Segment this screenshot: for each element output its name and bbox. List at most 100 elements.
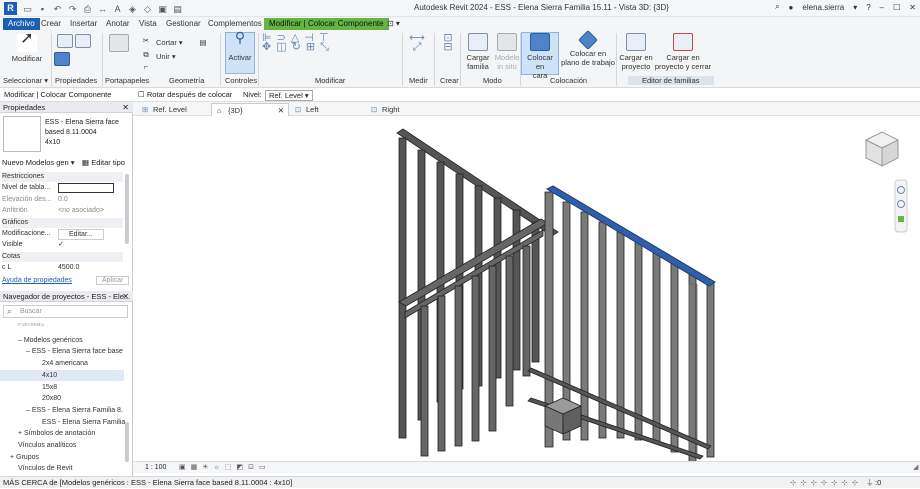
browser-tree-item[interactable]: – ESS - Elena Sierra face base (0, 346, 124, 358)
rotate-after-place-checkbox[interactable]: ☐ Rotar después de colocar (138, 90, 232, 99)
property-row[interactable]: c L 4500.0 (2, 263, 123, 273)
browser-tree-item[interactable]: – ESS - Elena Sierra Familia 8. (0, 405, 124, 417)
minimize-icon[interactable]: – (880, 3, 884, 12)
measure-icon[interactable]: ↔ (97, 4, 108, 14)
property-category[interactable]: Restricciones (2, 172, 123, 182)
cargar-familia-button[interactable]: Cargar familia (463, 33, 493, 71)
modelo-in-situ-button[interactable]: Modelo in situ (494, 33, 520, 71)
modificar-button[interactable]: ➚ Modificar (6, 31, 48, 64)
filter-icon[interactable]: ⏚ (866, 477, 874, 489)
properties-buttons[interactable] (54, 34, 94, 68)
property-row[interactable]: Visible ✓ (2, 240, 123, 250)
browser-tree-item[interactable]: 15x8 (0, 382, 124, 394)
measure-tool[interactable]: ⟷ ⤢ (404, 33, 430, 53)
tab-vista[interactable]: Vista (136, 18, 160, 30)
property-row[interactable]: Nivel de tabla... (2, 183, 123, 194)
create-tool[interactable]: ⊡ ⊟ (438, 33, 458, 53)
view-tab-right[interactable]: Right ⊡ (366, 103, 442, 116)
apply-button[interactable]: Aplicar (96, 276, 130, 285)
property-row[interactable]: Elevación des... 0.0 (2, 195, 123, 205)
close-views-icon[interactable]: ▣ (157, 4, 168, 14)
copy-element-icon[interactable]: ◫ (276, 41, 291, 53)
save-icon[interactable]: ▪ (37, 4, 48, 14)
match-icon[interactable]: ⌐ (136, 62, 156, 71)
help-icon[interactable]: ? (866, 3, 870, 12)
tab-gestionar[interactable]: Gestionar (163, 18, 204, 30)
cargar-en-proyecto-button[interactable]: Cargar en proyecto (618, 33, 654, 71)
cut-clipboard-icon[interactable]: ✂ (136, 36, 156, 45)
scale-selector[interactable]: 1 : 100 (145, 462, 166, 474)
text-icon[interactable]: A (112, 4, 123, 14)
property-value[interactable]: ✓ (58, 240, 64, 250)
close-icon[interactable]: ✕ (909, 3, 916, 12)
tab-options-icon[interactable]: ⊡ ▾ (384, 18, 403, 30)
close-icon[interactable]: ✕ (122, 102, 129, 113)
rotate-icon[interactable]: ↻ (292, 41, 306, 53)
property-value[interactable]: <no asociado> (58, 206, 104, 216)
browser-tree-item[interactable]: Vínculos de Revit (0, 463, 124, 475)
tab-archivo[interactable]: Archivo (3, 18, 40, 30)
search-icon[interactable]: ⌕ (775, 2, 779, 12)
array-icon[interactable]: ⊞ (306, 41, 320, 53)
property-row[interactable]: Modificacione... Editar... (2, 229, 123, 240)
cart-icon[interactable]: ▾ (853, 3, 857, 12)
tab-crear[interactable]: Crear (38, 18, 64, 30)
scale-icon[interactable]: ⤡ (320, 41, 334, 53)
browser-tree-item[interactable]: 4x10 (0, 369, 124, 382)
property-value[interactable]: 4500.0 (58, 263, 79, 273)
unir-button[interactable]: Unir ▾ (156, 52, 190, 61)
switch-windows-icon[interactable]: ▤ (172, 4, 183, 14)
edit-type-button[interactable]: ▦ Editar tipo (82, 158, 125, 167)
view-tab-left[interactable]: Left ⊡ (290, 103, 366, 116)
type-selector[interactable]: Nuevo Modelos gen ▾ (2, 158, 75, 167)
tab-insertar[interactable]: Insertar (67, 18, 100, 30)
redo-icon[interactable]: ↷ (67, 4, 78, 14)
level-dropdown[interactable]: Ref. Level ▾ (265, 90, 313, 101)
browser-scrollbar[interactable] (125, 422, 129, 462)
browser-tree-item[interactable]: + Grupos (0, 452, 124, 464)
undo-icon[interactable]: ↶ (52, 4, 63, 14)
view-tab-3d[interactable]: {3D} ⌂ ✕ (211, 103, 289, 116)
cargar-en-proyecto-cerrar-button[interactable]: Cargar en proyecto y cerrar (654, 33, 712, 71)
browser-tree-item[interactable]: ESS - Elena Sierra Familia (0, 417, 125, 429)
resize-grip-icon[interactable]: ◢ (913, 462, 918, 474)
view-control-icons[interactable]: ▣▦☀☼⬚◩⊡▭ (179, 462, 271, 474)
open-icon[interactable]: ▭ (22, 4, 33, 14)
cortar-button[interactable]: Cortar ▾ (156, 38, 190, 47)
3d-view-icon[interactable]: ◈ (127, 4, 138, 14)
tab-anotar[interactable]: Anotar (103, 18, 133, 30)
activar-button[interactable]: ⚲ Activar (225, 30, 255, 74)
browser-tree-item[interactable]: – Modelos genéricos (0, 335, 124, 347)
browser-tree-item[interactable]: + Símbolos de anotación (0, 428, 124, 440)
type-name[interactable]: ESS - Elena Sierra face based 8.11.0004 … (45, 118, 119, 148)
property-category[interactable]: Cotas (2, 251, 123, 262)
tab-modificar-colocar-componente[interactable]: Modificar | Colocar Componente (264, 18, 389, 30)
property-value[interactable]: 0.0 (58, 195, 68, 205)
property-row[interactable]: Anfitrión <no asociado> (2, 206, 123, 216)
user-name[interactable]: elena.sierra (802, 3, 844, 12)
property-value[interactable]: Editar... (58, 229, 104, 240)
browser-tree-item[interactable]: 2x4 americana (0, 358, 124, 370)
3d-view-canvas[interactable] (133, 116, 920, 463)
colocar-en-cara-button[interactable]: Colocar en cara (521, 32, 559, 80)
property-category[interactable]: Gráficos (2, 217, 123, 228)
browser-tree-item[interactable]: 20x80 (0, 393, 124, 405)
maximize-icon[interactable]: ☐ (893, 3, 900, 12)
browser-tree-item[interactable]: Vínculos analíticos (0, 440, 124, 452)
browser-search-input[interactable]: Buscar (3, 305, 128, 318)
move-icon[interactable]: ✥ (262, 41, 276, 53)
view-tab-ref-level[interactable]: Ref. Level ⊞ (137, 103, 211, 116)
user-icon[interactable]: ● (789, 3, 794, 12)
modify-tools-group[interactable]: ⊫⊃△⊣⊤ ✥◫↻⊞⤡ (262, 33, 402, 74)
selection-icons[interactable]: ⊹⊹⊹⊹⊹⊹⊹ (790, 477, 862, 489)
group-seleccionar[interactable]: Seleccionar ▾ (3, 76, 48, 85)
geometry-extra-icon[interactable]: ▤ (196, 38, 210, 47)
copy-icon[interactable]: ⧉ (136, 50, 156, 59)
property-value[interactable] (58, 183, 114, 194)
print-icon[interactable]: ⎙ (82, 4, 93, 14)
revit-logo[interactable]: R (4, 2, 17, 15)
colocar-en-plano-button[interactable]: Colocar en plano de trabajo (560, 30, 616, 67)
properties-scrollbar[interactable] (125, 174, 129, 244)
paste-button[interactable] (108, 34, 130, 54)
browser-tree-item[interactable]: Familias (0, 323, 124, 329)
